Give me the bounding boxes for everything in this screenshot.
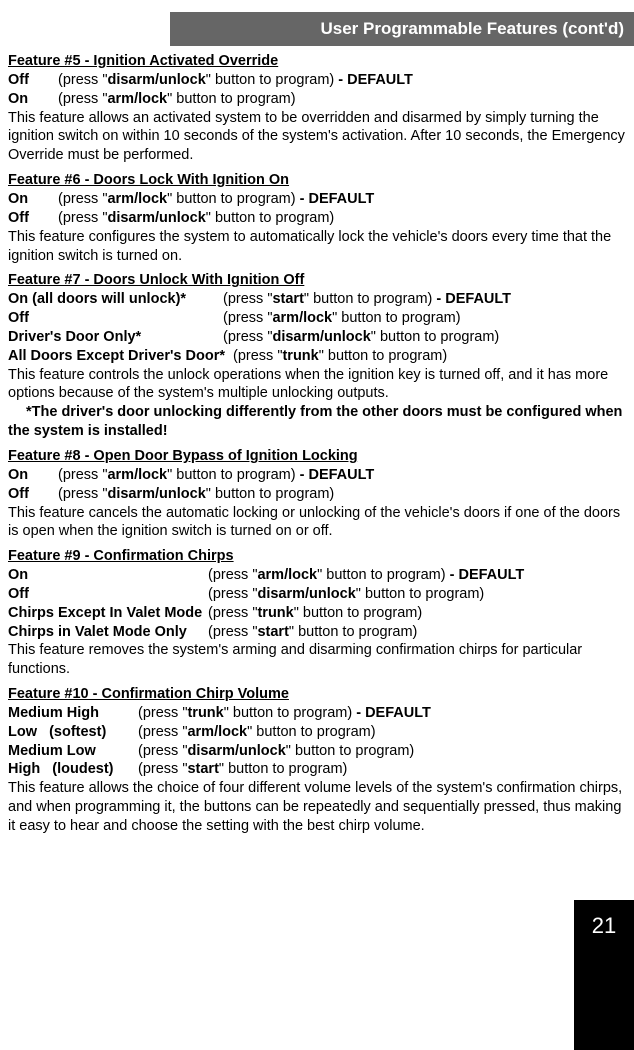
feature-7-note: *The driver's door unlocking differently… <box>8 403 626 441</box>
feature-7-title: Feature #7 - Doors Unlock With Ignition … <box>8 271 626 290</box>
opt-text: (press "arm/lock" button to program) <box>138 723 376 742</box>
opt-label: On <box>8 90 58 109</box>
feature-9-opt-3: Chirps in Valet Mode Only (press "start"… <box>8 623 626 642</box>
feature-5-desc: This feature allows an activated system … <box>8 109 626 166</box>
feature-9-desc: This feature removes the system's arming… <box>8 641 626 679</box>
feature-7-opt-3: All Doors Except Driver's Door* (press "… <box>8 347 626 366</box>
feature-10: Feature #10 - Confirmation Chirp Volume … <box>8 685 626 836</box>
feature-10-desc: This feature allows the choice of four d… <box>8 779 626 836</box>
content-area: Feature #5 - Ignition Activated Override… <box>0 52 634 836</box>
opt-text: (press "disarm/unlock" button to program… <box>223 328 499 347</box>
feature-10-opt-0: Medium High (press "trunk" button to pro… <box>8 704 626 723</box>
feature-10-title: Feature #10 - Confirmation Chirp Volume <box>8 685 626 704</box>
opt-label: On <box>8 466 58 485</box>
feature-8-opt-0: On (press "arm/lock" button to program) … <box>8 466 626 485</box>
opt-label: Medium High <box>8 704 138 723</box>
feature-6-desc: This feature configures the system to au… <box>8 228 626 266</box>
opt-label: Medium Low <box>8 742 138 761</box>
feature-9-opt-1: Off (press "disarm/unlock" button to pro… <box>8 585 626 604</box>
feature-8-title: Feature #8 - Open Door Bypass of Ignitio… <box>8 447 626 466</box>
opt-text: (press "start" button to program) <box>138 760 347 779</box>
feature-6-opt-1: Off (press "disarm/unlock" button to pro… <box>8 209 626 228</box>
opt-label: Chirps in Valet Mode Only <box>8 623 208 642</box>
opt-label: High (loudest) <box>8 760 138 779</box>
opt-text: (press "disarm/unlock" button to program… <box>58 71 413 90</box>
opt-text: (press "arm/lock" button to program) <box>58 90 296 109</box>
opt-text: (press "arm/lock" button to program) <box>223 309 461 328</box>
feature-7-opt-2: Driver's Door Only* (press "disarm/unloc… <box>8 328 626 347</box>
page-number: 21 <box>592 912 616 941</box>
feature-6-opt-0: On (press "arm/lock" button to program) … <box>8 190 626 209</box>
feature-9: Feature #9 - Confirmation Chirps On (pre… <box>8 547 626 679</box>
opt-label: Off <box>8 209 58 228</box>
feature-8-desc: This feature cancels the automatic locki… <box>8 504 626 542</box>
opt-label: Chirps Except In Valet Mode <box>8 604 208 623</box>
opt-text: (press "trunk" button to program) - DEFA… <box>138 704 431 723</box>
feature-9-title: Feature #9 - Confirmation Chirps <box>8 547 626 566</box>
opt-text: (press "start" button to program) - DEFA… <box>223 290 511 309</box>
opt-text: (press "disarm/unlock" button to program… <box>58 485 334 504</box>
feature-9-opt-2: Chirps Except In Valet Mode (press "trun… <box>8 604 626 623</box>
opt-text: (press "disarm/unlock" button to program… <box>138 742 414 761</box>
feature-7-desc: This feature controls the unlock operati… <box>8 366 626 404</box>
opt-text: (press "trunk" button to program) <box>233 347 447 366</box>
feature-7: Feature #7 - Doors Unlock With Ignition … <box>8 271 626 441</box>
opt-label: All Doors Except Driver's Door* <box>8 347 233 366</box>
opt-text: (press "start" button to program) <box>208 623 417 642</box>
opt-label: Off <box>8 585 208 604</box>
opt-text: (press "trunk" button to program) <box>208 604 422 623</box>
opt-label: On (all doors will unlock)* <box>8 290 223 309</box>
feature-5-title: Feature #5 - Ignition Activated Override <box>8 52 626 71</box>
feature-6-title: Feature #6 - Doors Lock With Ignition On <box>8 171 626 190</box>
opt-text: (press "arm/lock" button to program) - D… <box>58 466 374 485</box>
feature-7-opt-1: Off (press "arm/lock" button to program) <box>8 309 626 328</box>
feature-9-opt-0: On (press "arm/lock" button to program) … <box>8 566 626 585</box>
feature-10-opt-1: Low (softest) (press "arm/lock" button t… <box>8 723 626 742</box>
feature-8-opt-1: Off (press "disarm/unlock" button to pro… <box>8 485 626 504</box>
opt-label: Driver's Door Only* <box>8 328 223 347</box>
opt-label: On <box>8 566 208 585</box>
opt-text: (press "disarm/unlock" button to program… <box>208 585 484 604</box>
feature-8: Feature #8 - Open Door Bypass of Ignitio… <box>8 447 626 541</box>
feature-10-opt-2: Medium Low (press "disarm/unlock" button… <box>8 742 626 761</box>
feature-7-opt-0: On (all doors will unlock)* (press "star… <box>8 290 626 309</box>
opt-label: Off <box>8 485 58 504</box>
opt-label: Off <box>8 71 58 90</box>
opt-text: (press "disarm/unlock" button to program… <box>58 209 334 228</box>
opt-text: (press "arm/lock" button to program) - D… <box>58 190 374 209</box>
feature-6: Feature #6 - Doors Lock With Ignition On… <box>8 171 626 265</box>
opt-text: (press "arm/lock" button to program) - D… <box>208 566 524 585</box>
opt-label: On <box>8 190 58 209</box>
opt-label: Off <box>8 309 223 328</box>
feature-5-opt-1: On (press "arm/lock" button to program) <box>8 90 626 109</box>
page-number-tab: 21 <box>574 900 634 1050</box>
feature-10-opt-3: High (loudest) (press "start" button to … <box>8 760 626 779</box>
opt-label: Low (softest) <box>8 723 138 742</box>
page-header: User Programmable Features (cont'd) <box>170 12 634 46</box>
feature-5-opt-0: Off (press "disarm/unlock" button to pro… <box>8 71 626 90</box>
feature-5: Feature #5 - Ignition Activated Override… <box>8 52 626 165</box>
